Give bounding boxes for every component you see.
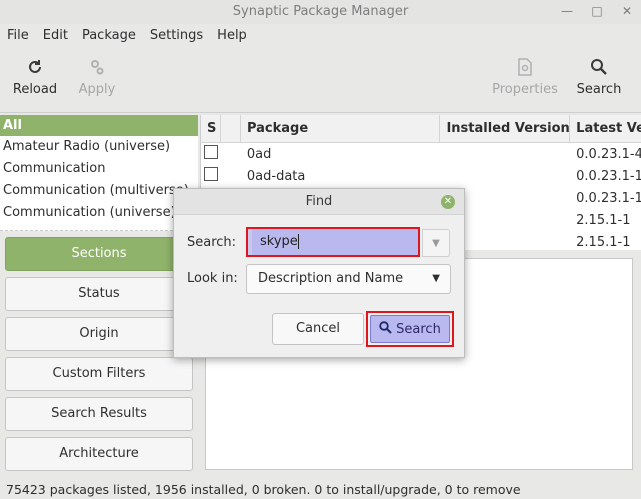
close-icon[interactable]: ✕ — [619, 3, 635, 19]
column-header-package[interactable]: Package — [241, 115, 441, 142]
find-dialog-title: Find — [174, 189, 464, 215]
cancel-button[interactable]: Cancel — [272, 313, 364, 345]
status-bar: 75423 packages listed, 1956 installed, 0… — [6, 482, 521, 497]
sections-list: All Amateur Radio (universe) Communicati… — [0, 115, 198, 231]
search-input[interactable]: skype — [246, 227, 420, 257]
package-checkbox[interactable] — [204, 145, 218, 159]
properties-label: Properties — [492, 82, 558, 97]
search-label: Search — [576, 82, 622, 97]
search-button-highlight: Search — [366, 311, 454, 347]
table-row[interactable]: 0ad-data 0.0.23.1-1 — [201, 165, 641, 187]
scrollbar[interactable] — [634, 258, 641, 470]
architecture-button[interactable]: Architecture — [5, 437, 193, 471]
reload-label: Reload — [12, 82, 58, 97]
search-button-label: Search — [396, 321, 441, 337]
menu-package[interactable]: Package — [75, 24, 143, 48]
document-properties-icon — [490, 52, 560, 82]
window-controls: — □ ✕ — [559, 3, 635, 19]
dialog-close-icon[interactable]: ✕ — [441, 195, 455, 209]
find-dialog: Find ✕ Search: skype ▼ Look in: Descript… — [173, 188, 465, 358]
latest-version: 0.0.23.1-1 — [576, 190, 641, 206]
search-button[interactable]: Search — [370, 315, 450, 343]
menu-help[interactable]: Help — [210, 24, 254, 48]
table-header: S Package Installed Version Latest Ver — [201, 115, 641, 143]
text-cursor — [297, 234, 299, 249]
menubar: File Edit Package Settings Help — [0, 24, 641, 48]
minimize-icon[interactable]: — — [559, 3, 575, 19]
search-toolbar-button[interactable]: Search — [564, 52, 634, 98]
window-title: Synaptic Package Manager — [232, 4, 409, 19]
status-button[interactable]: Status — [5, 277, 193, 311]
reload-button[interactable]: Reload — [0, 52, 70, 98]
column-header-latest-version[interactable]: Latest Ver — [570, 115, 641, 142]
window-titlebar: Synaptic Package Manager — □ ✕ — [0, 0, 641, 24]
search-field-label: Search: — [187, 235, 237, 250]
section-item[interactable]: Communication — [0, 158, 198, 180]
look-in-select[interactable]: Description and Name ▼ — [246, 264, 451, 294]
chevron-down-icon: ▼ — [432, 273, 440, 284]
apply-button[interactable]: Apply — [62, 52, 132, 98]
package-name: 0ad — [246, 146, 272, 162]
origin-button[interactable]: Origin — [5, 317, 193, 351]
search-icon — [379, 320, 392, 338]
column-header-status[interactable]: S — [201, 115, 221, 142]
apply-label: Apply — [78, 82, 116, 97]
latest-version: 0.0.23.1-1 — [576, 168, 641, 184]
latest-version: 2.15.1-1 — [576, 212, 631, 228]
reload-icon — [0, 52, 70, 82]
search-icon — [564, 52, 634, 82]
toolbar-divider — [0, 112, 641, 113]
search-results-button[interactable]: Search Results — [5, 397, 193, 431]
look-in-value: Description and Name — [258, 271, 404, 286]
section-item[interactable]: Communication (universe) — [0, 202, 198, 224]
section-item[interactable]: Communication (multiverse) — [0, 180, 198, 202]
latest-version: 0.0.23.1-4u — [576, 146, 641, 162]
search-history-dropdown-icon[interactable]: ▼ — [422, 229, 450, 257]
column-header-installed-version[interactable]: Installed Version — [440, 115, 571, 142]
section-item-all[interactable]: All — [0, 115, 198, 136]
menu-file[interactable]: File — [0, 24, 36, 48]
menu-settings[interactable]: Settings — [143, 24, 210, 48]
package-name: 0ad-data — [246, 168, 306, 184]
custom-filters-button[interactable]: Custom Filters — [5, 357, 193, 391]
look-in-label: Look in: — [187, 271, 238, 286]
sections-button[interactable]: Sections — [5, 237, 193, 271]
gears-icon — [62, 52, 132, 82]
properties-button[interactable]: Properties — [490, 52, 560, 98]
menu-edit[interactable]: Edit — [36, 24, 75, 48]
search-input-value: skype — [260, 234, 298, 249]
column-header-marker[interactable] — [221, 115, 241, 142]
latest-version: 2.15.1-1 — [576, 234, 631, 250]
package-checkbox[interactable] — [204, 167, 218, 181]
toolbar: Reload Apply Properties Search — [0, 52, 641, 108]
table-row[interactable]: 0ad 0.0.23.1-4u — [201, 143, 641, 165]
maximize-icon[interactable]: □ — [589, 3, 605, 19]
section-item[interactable]: Amateur Radio (universe) — [0, 136, 198, 158]
